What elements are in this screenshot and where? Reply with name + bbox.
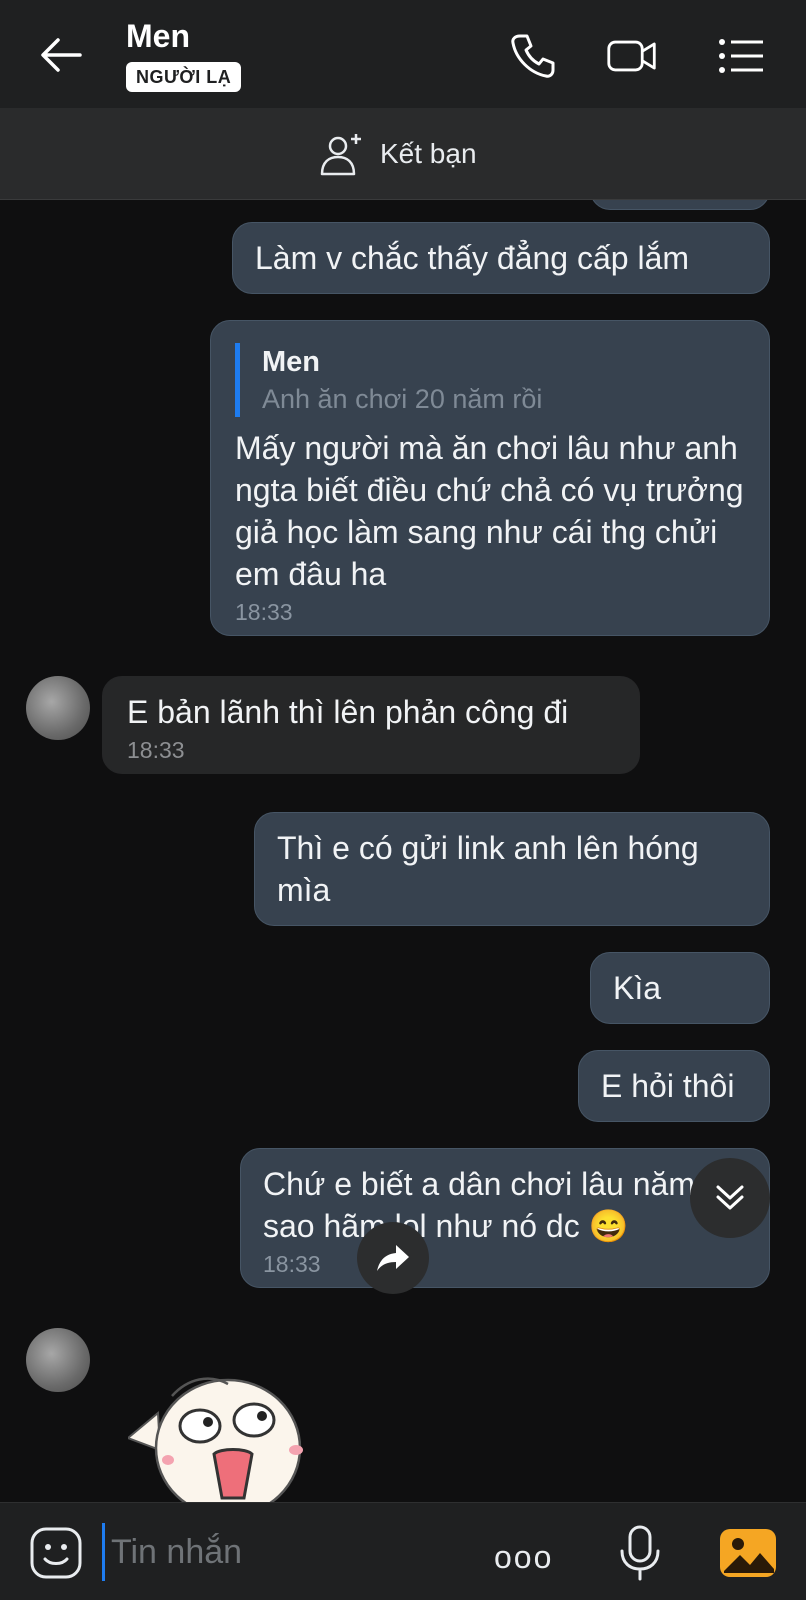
emoji-sticker-icon[interactable] [28, 1525, 84, 1581]
message-text: E hỏi thôi [601, 1068, 735, 1104]
message-bubble-outgoing[interactable]: Làm v chắc thấy đẳng cấp lắm [232, 222, 770, 294]
message-time: 18:33 [235, 599, 293, 625]
forward-arrow-icon [377, 1245, 409, 1271]
avatar[interactable] [26, 676, 90, 740]
gallery-icon[interactable] [718, 1525, 778, 1581]
phone-icon[interactable] [506, 30, 558, 82]
message-bubble-partial[interactable] [590, 200, 770, 210]
quoted-text: Anh ăn chơi 20 năm rồi [262, 384, 543, 414]
message-composer: Tin nhắn ooo [0, 1502, 806, 1600]
chat-header: Men NGƯỜI LẠ [0, 0, 806, 108]
message-text: Làm v chắc thấy đẳng cấp lắm [255, 240, 690, 276]
sticker-image[interactable] [128, 200, 308, 305]
message-text: E bản lãnh thì lên phản công đi [127, 694, 569, 730]
message-bubble-incoming[interactable]: E bản lãnh thì lên phản công đi 18:33 [102, 676, 640, 774]
back-arrow-icon[interactable] [36, 30, 86, 80]
message-bubble-outgoing[interactable]: Thì e có gửi link anh lên hóng mìa [254, 812, 770, 926]
message-bubble-outgoing[interactable]: Kìa [590, 952, 770, 1024]
double-chevron-down-icon [716, 1185, 744, 1210]
message-bubble-outgoing[interactable]: E hỏi thôi [578, 1050, 770, 1122]
menu-icon[interactable] [716, 30, 768, 82]
add-friend-label: Kết bạn [380, 138, 477, 169]
add-friend-bar[interactable]: Kết bạn [0, 108, 806, 200]
message-bubble-reply[interactable]: Men Anh ăn chơi 20 năm rồi Mấy người mà … [210, 320, 770, 636]
avatar[interactable] [26, 1328, 90, 1392]
stranger-badge: NGƯỜI LẠ [126, 62, 242, 92]
sticker-image[interactable] [128, 1368, 318, 1508]
message-time: 18:33 [127, 737, 185, 763]
message-text: Thì e có gửi link anh lên hóng mìa [277, 830, 699, 908]
message-bubble-outgoing[interactable]: Chứ e biết a dân chơi lâu năm, sao hãm l… [240, 1148, 770, 1288]
microphone-icon[interactable] [612, 1523, 668, 1583]
add-friend-button[interactable]: Kết bạn [318, 130, 477, 178]
forward-button[interactable] [357, 1222, 429, 1294]
message-input[interactable]: Tin nhắn [102, 1523, 462, 1581]
quoted-message[interactable]: Men Anh ăn chơi 20 năm rồi [235, 343, 745, 417]
message-list[interactable]: Làm v chắc thấy đẳng cấp lắm Men Anh ăn … [0, 200, 806, 1500]
add-person-icon [320, 134, 361, 176]
more-options-icon[interactable]: ooo [494, 1539, 553, 1576]
contact-name[interactable]: Men [126, 18, 190, 55]
message-text: Chứ e biết a dân chơi lâu năm, sao hãm l… [263, 1166, 704, 1244]
video-call-icon[interactable] [606, 30, 658, 82]
scroll-to-bottom-button[interactable] [690, 1158, 770, 1238]
message-text: Kìa [613, 970, 662, 1006]
message-time: 18:33 [263, 1251, 321, 1277]
quoted-sender: Men [262, 346, 320, 378]
message-text: Mấy người mà ăn chơi lâu như anh ngta bi… [235, 430, 744, 592]
